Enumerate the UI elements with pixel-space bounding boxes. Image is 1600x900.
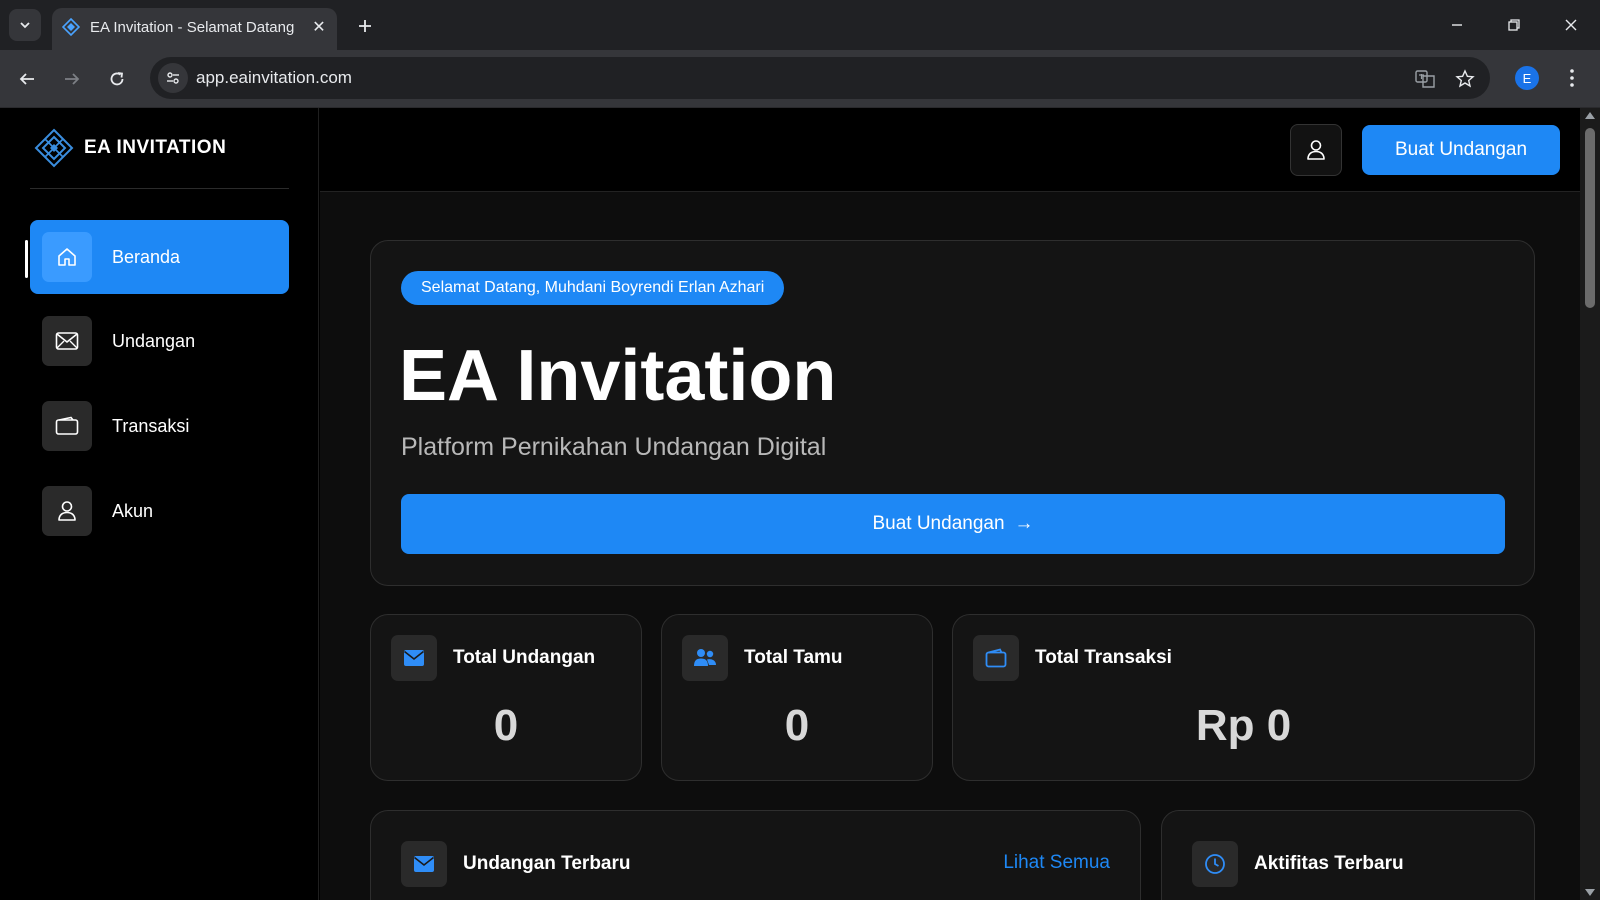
active-indicator	[25, 240, 28, 278]
main-header: Buat Undangan	[320, 108, 1580, 192]
stat-value: 0	[493, 701, 519, 750]
sidebar: EA INVITATION Beranda Undangan Transaksi…	[0, 108, 319, 900]
create-invitation-button[interactable]: Buat Undangan	[1362, 125, 1560, 175]
sidebar-item-akun[interactable]: Akun	[30, 474, 289, 548]
forward-button[interactable]	[57, 64, 87, 94]
new-tab-button[interactable]	[352, 13, 378, 39]
recent-invitations-panel: Undangan Terbaru Lihat Semua	[370, 810, 1141, 900]
restore-button[interactable]	[1501, 12, 1527, 38]
hero-title: EA Invitation	[399, 336, 837, 416]
brand[interactable]: EA INVITATION	[34, 128, 226, 168]
user-icon	[1307, 140, 1325, 160]
bookmark-button[interactable]	[1452, 66, 1478, 92]
hero-cta-label: Buat Undangan	[872, 513, 1005, 534]
site-info-button[interactable]	[158, 63, 188, 93]
plus-icon	[359, 20, 371, 32]
page-scrollbar[interactable]	[1580, 108, 1600, 900]
mail-icon	[42, 316, 92, 366]
sidebar-item-label: Akun	[112, 500, 154, 521]
sidebar-item-beranda[interactable]: Beranda	[30, 220, 289, 294]
arrow-right-icon	[65, 73, 80, 85]
stat-title: Total Tamu	[744, 647, 843, 668]
browser-menu-button[interactable]	[1560, 64, 1584, 92]
sidebar-item-label: Undangan	[112, 330, 196, 351]
hero-create-invitation-button[interactable]: Buat Undangan →	[401, 494, 1505, 554]
see-all-link[interactable]: Lihat Semua	[1003, 852, 1110, 874]
star-icon	[1455, 69, 1475, 88]
minimize-button[interactable]	[1444, 12, 1470, 38]
tab-search-button[interactable]	[9, 9, 41, 41]
welcome-badge: Selamat Datang, Muhdani Boyrendi Erlan A…	[401, 271, 785, 305]
translate-button[interactable]	[1412, 66, 1438, 92]
mail-icon	[401, 841, 447, 887]
account-button[interactable]	[1290, 124, 1342, 176]
stat-card-total-undangan: Total Undangan 0	[370, 614, 642, 781]
hero-subtitle: Platform Pernikahan Undangan Digital	[401, 433, 827, 461]
main-content: Buat Undangan Selamat Datang, Muhdani Bo…	[320, 108, 1580, 900]
translate-icon	[1415, 70, 1435, 88]
back-button[interactable]	[12, 64, 42, 94]
tab-close-icon[interactable]: ✕	[308, 16, 330, 38]
chevron-down-icon	[20, 22, 30, 29]
close-icon	[1565, 19, 1577, 31]
stat-value: 0	[784, 701, 810, 750]
brand-name: EA INVITATION	[84, 137, 227, 158]
browser-tab-bar: EA Invitation - Selamat Datang ✕	[0, 0, 1600, 50]
tune-icon	[167, 72, 179, 84]
welcome-card: Selamat Datang, Muhdani Boyrendi Erlan A…	[370, 240, 1535, 586]
scroll-up-icon[interactable]	[1585, 112, 1595, 119]
browser-toolbar: app.eainvitation.com E	[0, 50, 1600, 108]
recent-activity-panel: Aktifitas Terbaru	[1161, 810, 1535, 900]
more-vertical-icon	[1570, 69, 1574, 87]
restore-icon	[1508, 19, 1520, 31]
tab-title: EA Invitation - Selamat Datang	[90, 19, 295, 36]
home-icon	[42, 232, 92, 282]
stat-card-total-tamu: Total Tamu 0	[661, 614, 933, 781]
address-bar[interactable]: app.eainvitation.com	[150, 57, 1490, 99]
stat-card-total-transaksi: Total Transaksi Rp 0	[952, 614, 1535, 781]
browser-tab[interactable]: EA Invitation - Selamat Datang ✕	[52, 8, 337, 50]
profile-avatar[interactable]: E	[1515, 66, 1539, 90]
wallet-icon	[42, 401, 92, 451]
clock-icon	[1192, 841, 1238, 887]
reload-icon	[110, 72, 124, 86]
sidebar-item-label: Transaksi	[112, 415, 190, 436]
ea-logo-icon	[62, 18, 80, 36]
arrow-right-icon: →	[1014, 513, 1034, 534]
stat-title: Total Undangan	[453, 647, 596, 668]
sidebar-item-transaksi[interactable]: Transaksi	[30, 389, 289, 463]
scroll-thumb[interactable]	[1585, 128, 1595, 308]
user-icon	[42, 486, 92, 536]
sidebar-item-undangan[interactable]: Undangan	[30, 304, 289, 378]
users-icon	[682, 635, 728, 681]
close-window-button[interactable]	[1558, 12, 1584, 38]
ea-logo-icon	[34, 128, 74, 168]
wallet-icon	[973, 635, 1019, 681]
mail-icon	[391, 635, 437, 681]
brand-divider	[30, 188, 289, 189]
stat-title: Total Transaksi	[1035, 647, 1172, 668]
scroll-down-icon[interactable]	[1585, 889, 1595, 896]
url-text: app.eainvitation.com	[196, 68, 352, 87]
panel-title: Undangan Terbaru	[463, 853, 631, 874]
panel-title: Aktifitas Terbaru	[1254, 853, 1404, 874]
stat-value: Rp 0	[1195, 701, 1292, 750]
minimize-icon	[1452, 24, 1462, 26]
reload-button[interactable]	[102, 64, 132, 94]
arrow-left-icon	[19, 73, 34, 85]
sidebar-item-label: Beranda	[112, 246, 181, 267]
